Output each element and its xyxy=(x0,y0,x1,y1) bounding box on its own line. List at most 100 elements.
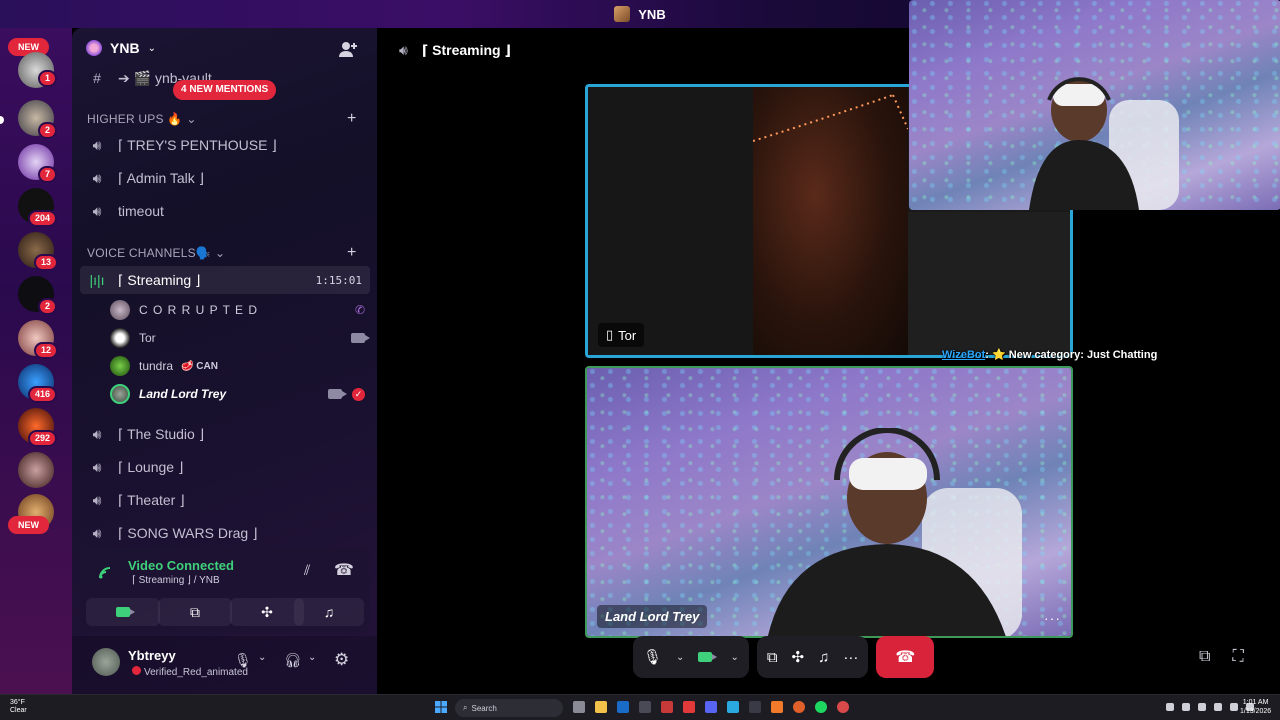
more-options-icon[interactable]: ··· xyxy=(843,649,858,666)
signal-icon[interactable] xyxy=(98,566,116,580)
microphone-icon[interactable]: 🎙︎ xyxy=(643,648,662,666)
phone-icon: ▯ xyxy=(606,327,614,342)
voice-channel-streaming[interactable]: |ı|ı ⌈ Streaming ⌋ 1:15:01 xyxy=(80,266,370,294)
voice-channel-timeout[interactable]: 🔊︎ timeout xyxy=(80,197,370,225)
tray-icon[interactable] xyxy=(1230,703,1238,711)
steam-icon[interactable] xyxy=(617,701,629,713)
channel-label: ⌈ The Studio ⌋ xyxy=(118,425,205,442)
new-mentions-pill[interactable]: 4 NEW MENTIONS xyxy=(173,80,277,100)
app-icon[interactable] xyxy=(771,701,783,713)
streamer-webcam-overlay xyxy=(909,0,1280,210)
member-tag: 🥩 CAN xyxy=(181,360,218,372)
unread-badge: 2 xyxy=(38,122,58,139)
end-call-button[interactable]: ☎ xyxy=(876,636,935,678)
camera-icon[interactable] xyxy=(698,652,718,662)
popout-icon[interactable]: ⧉ xyxy=(1199,648,1210,666)
add-channel-icon[interactable]: + xyxy=(347,110,357,128)
channel-label: ⌈ SONG WARS Drag ⌋ xyxy=(118,524,258,541)
soundboard-icon[interactable]: ♫ xyxy=(818,649,829,666)
volume-icon[interactable] xyxy=(1198,703,1206,711)
camera-button[interactable] xyxy=(86,598,160,626)
voice-member-land-lord-trey[interactable]: Land Lord Trey ✓ xyxy=(110,382,365,406)
headphones-icon[interactable]: 🎧︎ xyxy=(284,652,302,669)
verified-badge-icon: ✓ xyxy=(352,387,365,401)
spotify-icon[interactable] xyxy=(815,701,827,713)
taskbar-search[interactable]: ⌕ Search xyxy=(455,699,563,717)
edge-icon[interactable] xyxy=(727,701,739,713)
os-taskbar: 36°F Clear ⌕ Search 1:01 AM 1/13/2026 xyxy=(0,694,1280,720)
verified-badge-icon xyxy=(132,666,141,675)
noise-suppression-icon[interactable]: ⫽ xyxy=(304,562,310,579)
channel-label: ⌈ Theater ⌋ xyxy=(118,491,185,508)
disconnect-icon[interactable]: ☎ xyxy=(334,560,354,580)
weather-widget[interactable]: 36°F Clear xyxy=(10,699,27,715)
voice-channel-song-wars[interactable]: 🔊︎ ⌈ SONG WARS Drag ⌋ xyxy=(80,519,370,547)
app-icon[interactable] xyxy=(837,701,849,713)
voice-channel-admin-talk[interactable]: 🔊︎ ⌈ Admin Talk ⌋ xyxy=(80,164,370,192)
voice-member-corrupted[interactable]: C O R R U P T E D ✆ xyxy=(110,298,365,322)
add-member-icon[interactable] xyxy=(338,40,358,58)
discord-icon[interactable] xyxy=(705,701,717,713)
voice-member-tundra[interactable]: tundra 🥩 CAN xyxy=(110,354,365,378)
chat-bot-name: WizeBot xyxy=(942,349,986,361)
category-higher-ups[interactable]: HIGHER UPS 🔥 ⌄ + xyxy=(87,110,377,128)
soundboard-button[interactable]: ♫ xyxy=(294,598,364,626)
voice-channel-penthouse[interactable]: 🔊︎ ⌈ TREY'S PENTHOUSE ⌋ xyxy=(80,131,370,159)
tray-icon[interactable] xyxy=(1166,703,1174,711)
status-text: Verified_Red_animated xyxy=(144,667,248,678)
windows-start-icon[interactable] xyxy=(435,701,447,713)
user-panel: Ybtreyy Verified_Red_animated 🎙︎ ⌄ 🎧︎ ⌄ … xyxy=(72,636,377,694)
new-pill-bottom[interactable]: NEW xyxy=(8,516,49,534)
username[interactable]: Ybtreyy xyxy=(128,648,176,663)
chevron-down-icon[interactable]: ⌄ xyxy=(730,652,738,663)
more-options-icon[interactable]: ··· xyxy=(1044,610,1061,626)
screen-share-button[interactable]: ⧉ xyxy=(158,598,232,626)
firefox-icon[interactable] xyxy=(793,701,805,713)
member-name: tundra xyxy=(139,359,174,373)
av-control-group: 🎙︎ ⌄ ⌄ xyxy=(633,636,749,678)
activities-button[interactable]: ✣ xyxy=(230,598,304,626)
screen-share-icon[interactable]: ⧉ xyxy=(767,649,778,666)
member-name: Land Lord Trey xyxy=(139,387,227,401)
app-icon[interactable] xyxy=(661,701,673,713)
app-icon[interactable] xyxy=(639,701,651,713)
app-icon[interactable] xyxy=(749,701,761,713)
user-avatar[interactable] xyxy=(92,648,120,676)
battery-icon[interactable] xyxy=(1214,703,1222,711)
avatar xyxy=(110,384,130,404)
unread-badge: 7 xyxy=(38,166,58,183)
chevron-down-icon[interactable]: ⌄ xyxy=(308,652,316,663)
clock-date: 1/13/2026 xyxy=(1240,708,1272,715)
category-voice-channels[interactable]: VOICE CHANNELS🗣️ ⌄ + xyxy=(87,244,377,262)
add-channel-icon[interactable]: + xyxy=(347,244,357,262)
app-icon[interactable] xyxy=(683,701,695,713)
voice-channel-theater[interactable]: 🔊︎ ⌈ Theater ⌋ xyxy=(80,486,370,514)
channel-label: ⌈ Admin Talk ⌋ xyxy=(118,169,205,186)
fullscreen-icon[interactable]: ⛶ xyxy=(1232,648,1243,666)
voice-member-tor[interactable]: Tor xyxy=(110,326,370,350)
voice-location[interactable]: ⌈ Streaming ⌋ / YNB xyxy=(132,575,220,586)
activities-icon[interactable]: ✣ xyxy=(792,648,805,666)
network-icon[interactable] xyxy=(1182,703,1190,711)
screen-share-icon: ⧉ xyxy=(190,603,200,620)
server-header[interactable]: YNB ⌄ xyxy=(86,40,156,56)
video-tile-land-lord-trey[interactable]: Land Lord Trey ··· xyxy=(585,366,1073,638)
voice-channel-studio[interactable]: 🔊︎ ⌈ The Studio ⌋ xyxy=(80,420,370,448)
video-feed-empty xyxy=(908,212,1070,355)
settings-gear-icon[interactable]: ⚙ xyxy=(334,650,349,670)
stream-chat-overlay: WizeBot: ⭐ New category: Just Chatting xyxy=(942,348,1157,361)
unread-badge: 292 xyxy=(28,430,58,447)
voice-channel-lounge[interactable]: 🔊︎ ⌈ Lounge ⌋ xyxy=(80,453,370,481)
task-view-icon[interactable] xyxy=(573,701,585,713)
server-icon-10[interactable] xyxy=(18,452,54,488)
soundboard-icon: ♫ xyxy=(323,604,335,620)
taskbar-clock[interactable]: 1:01 AM 1/13/2026 xyxy=(1240,698,1271,716)
voice-status[interactable]: Video Connected xyxy=(128,558,234,573)
chevron-down-icon[interactable]: ⌄ xyxy=(676,652,684,663)
chevron-down-icon[interactable]: ⌄ xyxy=(258,652,266,663)
activities-icon: ✣ xyxy=(261,603,273,620)
chat-message: : ⭐ New category: Just Chatting xyxy=(985,349,1158,361)
action-control-group: ⧉ ✣ ♫ ··· xyxy=(756,636,869,678)
file-explorer-icon[interactable] xyxy=(595,701,607,713)
microphone-icon[interactable]: 🎙︎ xyxy=(234,652,252,669)
